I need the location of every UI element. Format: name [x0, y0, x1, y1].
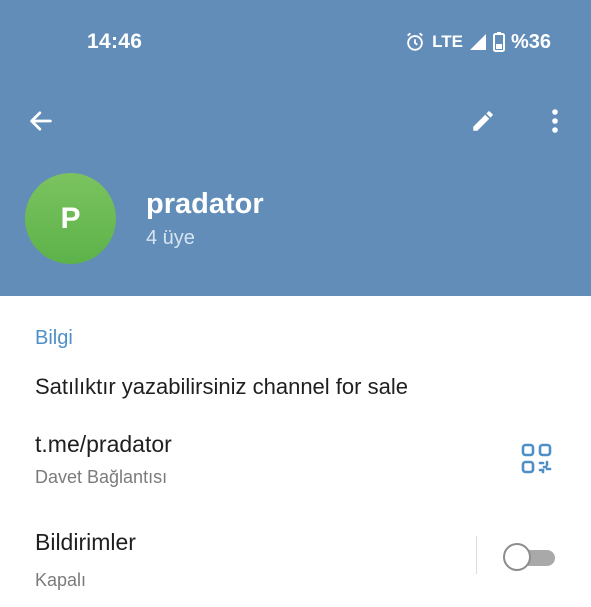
- info-section: Bilgi Satılıktır yazabilirsiniz channel …: [0, 296, 591, 607]
- profile-name: pradator: [146, 188, 264, 220]
- notifications-state: Kapalı: [35, 570, 87, 590]
- battery-icon: [492, 32, 505, 52]
- alarm-icon: [404, 31, 426, 53]
- status-indicators: LTE %36: [404, 28, 551, 56]
- battery-level: %36: [510, 30, 551, 53]
- section-title: Bilgi: [35, 327, 73, 349]
- toggle-knob: [503, 543, 531, 571]
- notifications-title[interactable]: Bildirimler: [35, 529, 136, 556]
- notifications-toggle[interactable]: [503, 543, 555, 571]
- edit-pencil-icon[interactable]: [461, 99, 505, 143]
- network-type: LTE: [432, 32, 463, 51]
- invite-link[interactable]: t.me/pradator: [35, 431, 172, 458]
- more-vert-icon[interactable]: [533, 99, 577, 143]
- avatar[interactable]: P: [25, 173, 116, 264]
- back-arrow-icon[interactable]: [19, 99, 63, 143]
- signal-icon: [469, 33, 487, 51]
- channel-description: Satılıktır yazabilirsiniz channel for sa…: [35, 374, 408, 399]
- profile-header: 14:46 LTE %36 P pradator 4 üye: [0, 0, 591, 296]
- member-count: 4 üye: [146, 227, 195, 249]
- divider: [476, 536, 477, 574]
- qr-code-icon[interactable]: [521, 443, 552, 474]
- invite-link-caption: Davet Bağlantısı: [35, 467, 168, 487]
- status-bar: 14:46 LTE %36: [0, 0, 591, 84]
- status-time: 14:46: [87, 30, 143, 53]
